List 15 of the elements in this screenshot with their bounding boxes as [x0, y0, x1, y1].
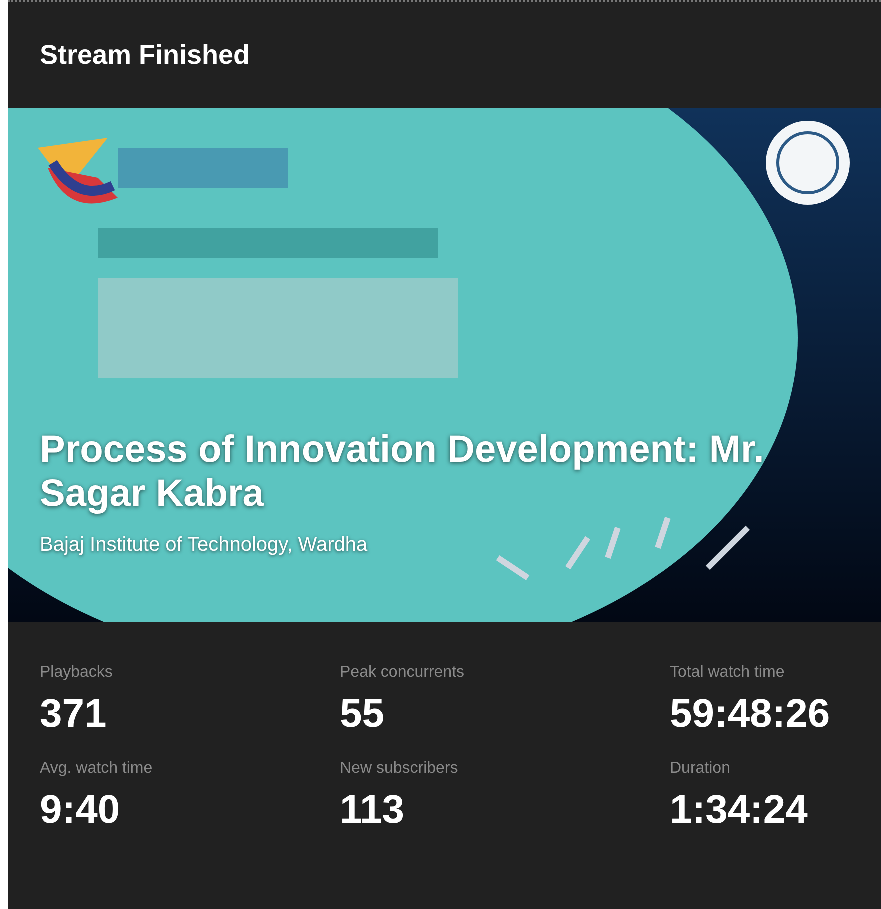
- stat-label: Duration: [670, 760, 732, 778]
- stat-value: 371: [40, 691, 108, 738]
- stat-value: 1:34:24: [670, 787, 809, 834]
- stat-label: Avg. watch time: [40, 760, 154, 778]
- stat-label: Playbacks: [40, 664, 114, 682]
- stat-label: New subscribers: [340, 760, 460, 778]
- card-title: Stream Finished: [40, 40, 250, 70]
- video-title: Process of Innovation Development: Mr. Sagar Kabra: [40, 428, 766, 516]
- stat-label: Total watch time: [670, 664, 786, 682]
- stat-label: Peak concurrents: [340, 664, 466, 682]
- stat-value: 55: [340, 691, 386, 738]
- channel-name: Bajaj Institute of Technology, Wardha: [40, 534, 369, 557]
- stat-value: 59:48:26: [670, 691, 832, 738]
- stat-value: 9:40: [40, 787, 122, 834]
- stat-value: 113: [340, 787, 406, 834]
